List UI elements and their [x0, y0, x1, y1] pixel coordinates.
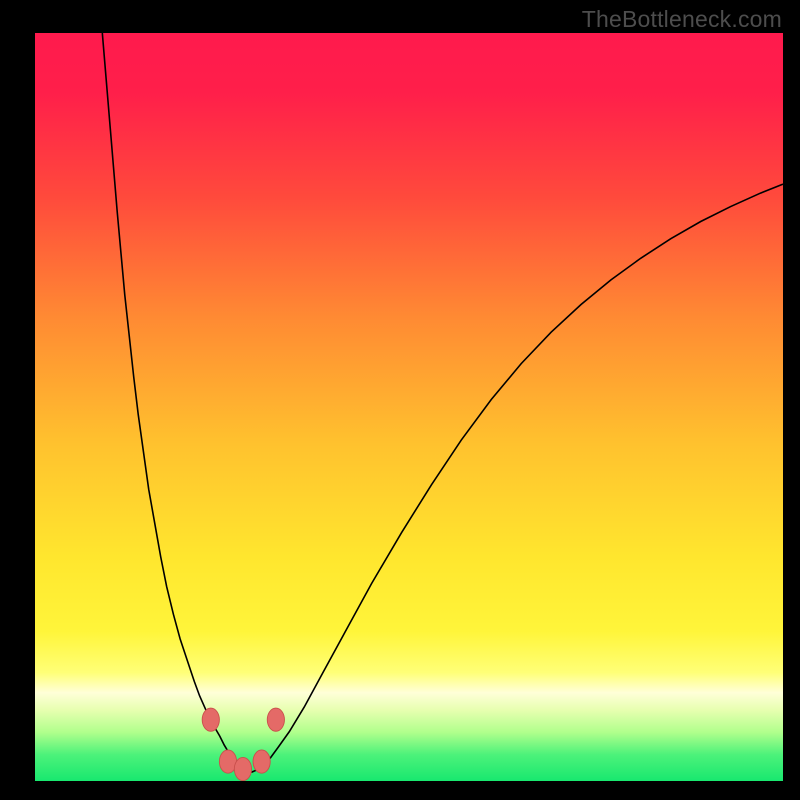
bottleneck-curve-path	[102, 33, 783, 772]
marker-group	[202, 708, 284, 781]
curve-marker	[253, 750, 270, 773]
plot-area	[35, 33, 783, 781]
curve-marker	[234, 757, 251, 780]
watermark-text: TheBottleneck.com	[582, 6, 782, 33]
chart-svg	[35, 33, 783, 781]
outer-black-frame: TheBottleneck.com	[0, 0, 800, 800]
curve-marker	[202, 708, 219, 731]
curve-marker	[267, 708, 284, 731]
